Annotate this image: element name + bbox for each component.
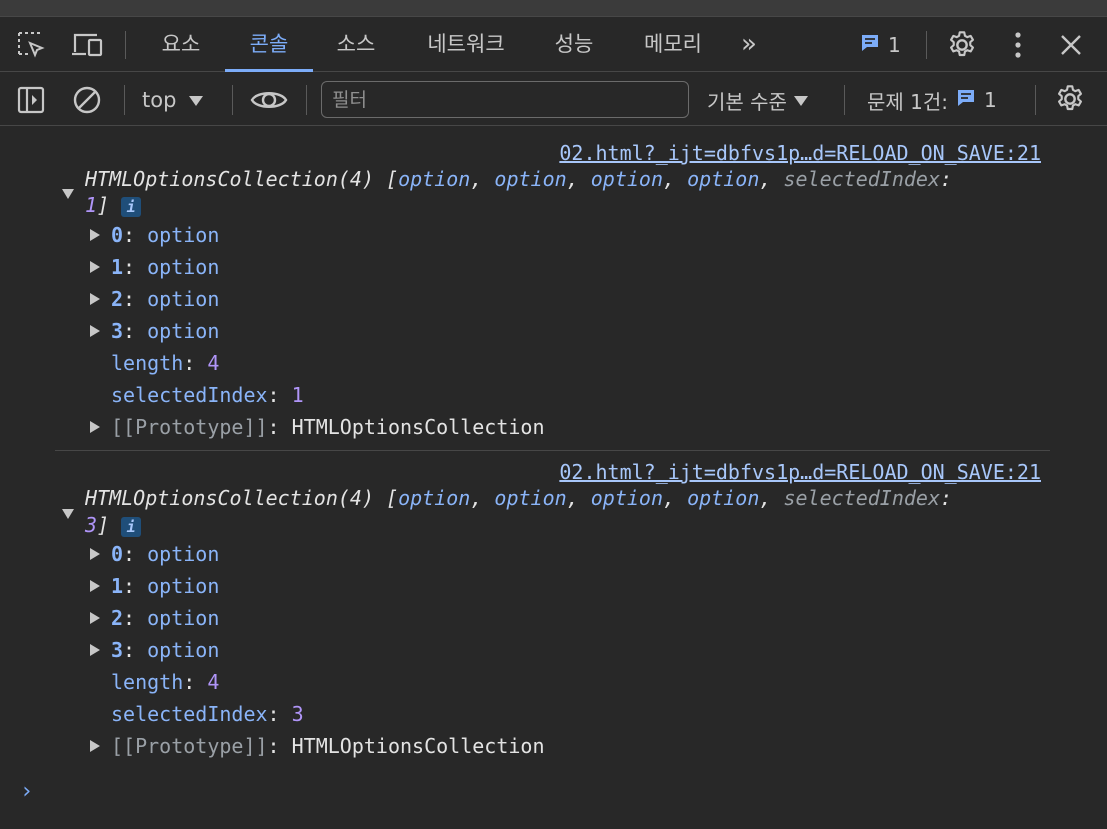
summary-selected-key: selectedIndex <box>783 486 940 510</box>
expand-toggle-icon[interactable] <box>90 548 100 560</box>
log-object-summary[interactable]: HTMLOptionsCollection(4) [option, option… <box>85 165 952 193</box>
tab-memory[interactable]: 메모리 <box>628 18 718 72</box>
property-prototype[interactable]: [[Prototype]]: HTMLOptionsCollection <box>111 732 545 760</box>
property-row[interactable]: 1: option <box>111 572 219 600</box>
toolbar-separator <box>232 85 233 115</box>
property-length: length: 4 <box>111 351 220 375</box>
message-icon <box>860 33 880 58</box>
inspect-element-icon[interactable] <box>15 30 47 60</box>
expand-toggle-icon[interactable] <box>62 509 74 519</box>
property-row[interactable]: 2: option <box>111 604 219 632</box>
property-length: length: 4 <box>111 670 220 694</box>
eye-icon[interactable] <box>249 85 289 115</box>
log-levels-label: 기본 수준 <box>707 89 787 114</box>
caret-down-icon <box>188 88 204 112</box>
console-output: 02.html?_ijt=dbfvs1p…d=RELOAD_ON_SAVE:21… <box>0 127 1107 829</box>
issues-counter[interactable]: 문제 1건: 1 <box>867 85 997 115</box>
log-object-summary[interactable]: HTMLOptionsCollection(4) [option, option… <box>85 484 952 512</box>
property-row[interactable]: 0: option <box>111 221 219 249</box>
property-row[interactable]: 1: option <box>111 253 219 281</box>
summary-bracket: ] <box>97 193 110 217</box>
summary-item: option <box>398 486 471 510</box>
summary-selected-value: 3 <box>85 513 98 537</box>
more-tabs-button[interactable]: » <box>732 18 766 72</box>
property-row[interactable]: 0: option <box>111 540 219 568</box>
tab-console[interactable]: 콘솔 <box>225 18 313 72</box>
clear-console-icon[interactable] <box>70 84 104 116</box>
summary-item: option <box>687 486 760 510</box>
devtools-tab-bar: 요소 콘솔 소스 네트워크 성능 메모리 » 1 <box>0 18 1107 72</box>
context-selector-value: top <box>142 88 177 112</box>
expand-toggle-icon[interactable] <box>90 293 100 305</box>
property-prototype[interactable]: [[Prototype]]: HTMLOptionsCollection <box>111 413 545 441</box>
caret-down-icon <box>793 88 809 112</box>
property-row[interactable]: 3: option <box>111 317 219 345</box>
summary-type: HTMLOptionsCollection(4) <box>85 486 387 510</box>
summary-item: option <box>494 486 567 510</box>
log-divider <box>55 450 1050 451</box>
expand-toggle-icon[interactable] <box>90 325 100 337</box>
summary-selected-value: 1 <box>85 193 98 217</box>
summary-item: option <box>687 167 760 191</box>
console-settings-gear-icon[interactable] <box>1052 82 1088 116</box>
expand-toggle-icon[interactable] <box>62 189 74 199</box>
settings-gear-icon[interactable] <box>944 28 980 62</box>
log-object-summary-wrap: 3] i <box>85 511 142 539</box>
property-selected-index: selectedIndex: 1 <box>111 383 304 407</box>
log-levels-dropdown[interactable]: 기본 수준 <box>707 85 809 115</box>
info-icon[interactable]: i <box>121 516 142 537</box>
issues-badge-count: 1 <box>888 33 901 57</box>
expand-toggle-icon[interactable] <box>90 580 100 592</box>
toolbar-separator <box>124 85 125 115</box>
tab-elements[interactable]: 요소 <box>148 18 214 72</box>
expand-toggle-icon[interactable] <box>90 740 100 752</box>
filter-input[interactable] <box>321 81 689 118</box>
tab-performance[interactable]: 성능 <box>541 18 607 72</box>
property-row[interactable]: 3: option <box>111 636 219 664</box>
context-selector[interactable]: top <box>142 85 204 115</box>
issues-counter-value: 1 <box>984 88 997 112</box>
expand-toggle-icon[interactable] <box>90 229 100 241</box>
expand-toggle-icon[interactable] <box>90 421 100 433</box>
toolbar-separator <box>125 31 126 59</box>
more-options-icon[interactable] <box>1004 28 1032 62</box>
close-icon[interactable] <box>1055 30 1087 60</box>
window-top-strip <box>0 0 1107 17</box>
sidebar-toggle-icon[interactable] <box>15 84 47 116</box>
toolbar-separator <box>1035 85 1036 115</box>
property-selected-index: selectedIndex: 3 <box>111 702 304 726</box>
property-row[interactable]: 2: option <box>111 285 219 313</box>
summary-item: option <box>494 167 567 191</box>
log-object-summary-wrap: 1] i <box>85 191 142 219</box>
device-toolbar-icon[interactable] <box>70 30 106 60</box>
expand-toggle-icon[interactable] <box>90 612 100 624</box>
expand-toggle-icon[interactable] <box>90 644 100 656</box>
summary-item: option <box>398 167 471 191</box>
expand-toggle-icon[interactable] <box>90 261 100 273</box>
summary-item: option <box>590 167 664 191</box>
summary-bracket: [ <box>386 167 399 191</box>
toolbar-separator <box>926 31 927 59</box>
summary-bracket: ] <box>97 513 110 537</box>
summary-bracket: [ <box>386 486 399 510</box>
info-icon[interactable]: i <box>121 196 142 217</box>
tab-sources[interactable]: 소스 <box>323 18 389 72</box>
issues-badge[interactable]: 1 <box>860 31 901 59</box>
summary-type: HTMLOptionsCollection(4) <box>85 167 387 191</box>
console-toolbar: top 기본 수준 문제 1건: 1 <box>0 73 1107 126</box>
message-icon <box>956 88 976 113</box>
summary-item: option <box>590 486 664 510</box>
tab-network[interactable]: 네트워크 <box>412 18 520 72</box>
console-prompt-icon[interactable]: › <box>20 779 33 804</box>
log-source-link[interactable]: 02.html?_ijt=dbfvs1p…d=RELOAD_ON_SAVE:21 <box>559 139 1041 167</box>
toolbar-separator <box>844 85 845 115</box>
issues-counter-label: 문제 1건: <box>867 89 949 114</box>
summary-selected-key: selectedIndex <box>783 167 940 191</box>
log-source-link[interactable]: 02.html?_ijt=dbfvs1p…d=RELOAD_ON_SAVE:21 <box>559 458 1041 486</box>
toolbar-separator <box>306 85 307 115</box>
